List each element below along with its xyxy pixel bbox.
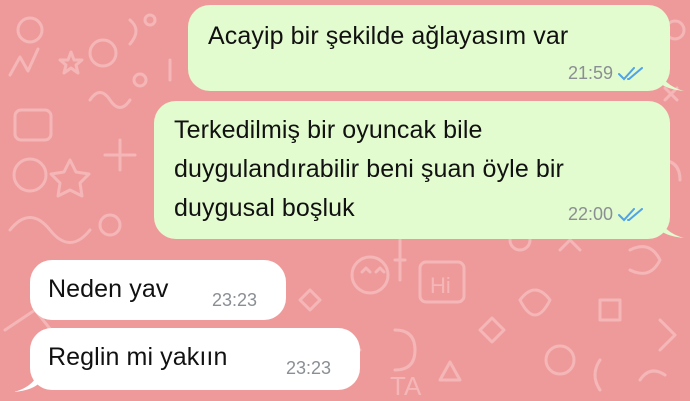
message-text: Neden yav: [48, 275, 169, 303]
message-meta: 23:23: [286, 358, 331, 379]
message-timestamp: 23:23: [286, 358, 332, 378]
message-timestamp: 23:23: [212, 290, 258, 310]
message-meta: 22:00: [568, 204, 644, 225]
double-check-read-icon: [618, 207, 643, 221]
message-meta: 21:59: [568, 63, 644, 84]
message-text-line: Terkedilmiş bir oyuncak bile: [174, 116, 483, 144]
message-timestamp: 22:00: [567, 204, 613, 224]
svg-text:TA: TA: [390, 371, 422, 401]
svg-text:Hi: Hi: [430, 273, 451, 298]
message-bubble-outgoing[interactable]: Acayip bir şekilde ağlayasım var 21:59: [188, 5, 670, 91]
message-timestamp: 21:59: [567, 63, 613, 83]
double-check-read-icon: [618, 66, 643, 80]
message-bubble-incoming[interactable]: Neden yav 23:23: [30, 260, 286, 320]
message-text-line: duygulandırabilir beni şuan öyle bir: [174, 155, 564, 183]
message-bubble-incoming[interactable]: Reglin mi yakıın 23:23: [30, 328, 360, 390]
message-bubble-outgoing[interactable]: Terkedilmiş bir oyuncak bile duygulandır…: [154, 101, 670, 239]
message-text: Acayip bir şekilde ağlayasım var: [208, 22, 569, 50]
message-text-line: duygusal boşluk: [174, 194, 355, 222]
message-text: Reglin mi yakıın: [48, 343, 228, 371]
message-meta: 23:23: [212, 290, 257, 311]
message-text-block: Terkedilmiş bir oyuncak bile duygulandır…: [174, 111, 564, 228]
